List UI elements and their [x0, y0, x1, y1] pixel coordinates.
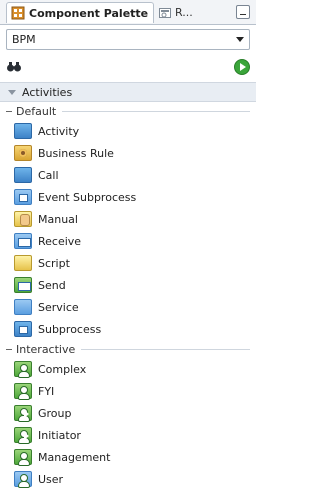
group-interactive: Interactive: [0, 340, 256, 358]
list-default: Activity Business Rule Call Event Subpro…: [0, 120, 256, 340]
list-item-receive[interactable]: Receive: [0, 230, 256, 252]
complex-icon: [14, 361, 32, 378]
initiator-icon: [14, 427, 32, 444]
go-arrow-icon[interactable]: [234, 59, 250, 75]
list-item-complex[interactable]: Complex: [0, 358, 256, 380]
list-item-subprocess[interactable]: Subprocess: [0, 318, 256, 340]
item-label: Management: [38, 450, 111, 464]
item-label: Initiator: [38, 428, 81, 442]
activity-icon: [14, 123, 32, 139]
item-label: FYI: [38, 384, 55, 398]
palette-dropdown[interactable]: BPM: [6, 29, 250, 50]
item-label: Business Rule: [38, 146, 114, 160]
call-icon: [14, 167, 32, 183]
divider: [62, 110, 250, 112]
search-input[interactable]: [28, 57, 234, 77]
fyi-icon: [14, 383, 32, 400]
receive-icon: [14, 233, 32, 249]
item-label: Complex: [38, 362, 87, 376]
item-label: Script: [38, 256, 70, 270]
list-item-activity[interactable]: Activity: [0, 120, 256, 142]
item-label: Service: [38, 300, 79, 314]
list-item-event-subprocess[interactable]: Event Subprocess: [0, 186, 256, 208]
palette-icon: [11, 6, 25, 20]
business-rule-icon: [14, 145, 32, 161]
list-item-manual[interactable]: Manual: [0, 208, 256, 230]
management-icon: [14, 449, 32, 466]
item-label: Event Subprocess: [38, 190, 137, 204]
list-item-initiator[interactable]: Initiator: [0, 424, 256, 446]
item-label: Subprocess: [38, 322, 102, 336]
manual-icon: [14, 211, 32, 227]
minimize-icon[interactable]: [236, 5, 250, 19]
list-item-service[interactable]: Service: [0, 296, 256, 318]
tab-component-palette[interactable]: Component Palette: [6, 2, 154, 23]
list-item-management[interactable]: Management: [0, 446, 256, 468]
list-item-group[interactable]: Group: [0, 402, 256, 424]
group-default: Default: [0, 102, 256, 120]
tab-other[interactable]: R...: [158, 3, 210, 22]
item-label: Send: [38, 278, 66, 292]
section-title: Activities: [22, 85, 73, 99]
list-item-fyi[interactable]: FYI: [0, 380, 256, 402]
item-label: Activity: [38, 124, 80, 138]
item-label: Call: [38, 168, 59, 182]
event-subprocess-icon: [14, 189, 32, 205]
group-title: Interactive: [16, 342, 76, 356]
section-activities[interactable]: Activities: [0, 82, 256, 102]
divider: [6, 348, 12, 350]
script-icon: [14, 255, 32, 271]
list-item-send[interactable]: Send: [0, 274, 256, 296]
reference-icon: [158, 6, 172, 20]
divider: [6, 110, 12, 112]
item-label: Manual: [38, 212, 78, 226]
tab-label: R...: [175, 6, 193, 19]
item-label: Receive: [38, 234, 82, 248]
item-label: User: [38, 472, 64, 486]
list-item-business-rule[interactable]: Business Rule: [0, 142, 256, 164]
list-interactive: Complex FYI Group Initiator Management U…: [0, 358, 256, 490]
tab-bar: Component Palette R...: [0, 0, 256, 25]
user-icon: [14, 471, 32, 488]
item-label: Group: [38, 406, 72, 420]
group-title: Default: [16, 104, 57, 118]
search-row: [0, 56, 256, 78]
subprocess-icon: [14, 321, 32, 337]
group-icon: [14, 405, 32, 422]
chevron-down-icon[interactable]: [8, 89, 16, 95]
dropdown-value: BPM: [12, 33, 36, 46]
binoculars-icon: [6, 60, 22, 74]
list-item-call[interactable]: Call: [0, 164, 256, 186]
chevron-down-icon[interactable]: [236, 37, 244, 42]
send-icon: [14, 277, 32, 293]
divider: [81, 348, 250, 350]
list-item-script[interactable]: Script: [0, 252, 256, 274]
service-icon: [14, 299, 32, 315]
tab-label: Component Palette: [29, 6, 149, 20]
